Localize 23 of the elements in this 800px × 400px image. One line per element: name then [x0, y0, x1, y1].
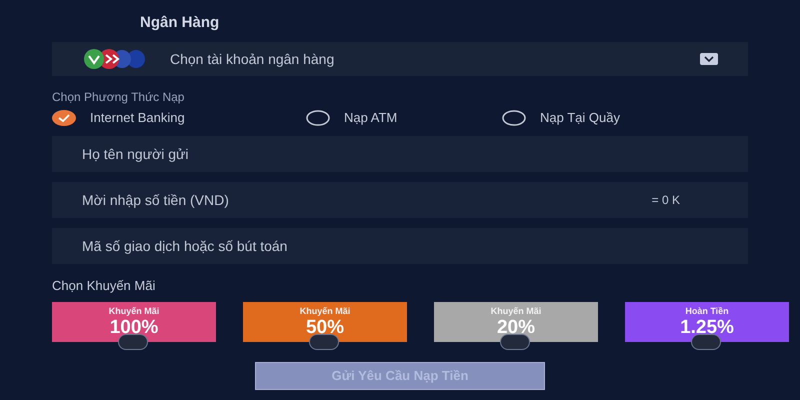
method-label: Chọn Phương Thức Nạp	[52, 89, 184, 106]
method-radio[interactable]: Internet Banking	[52, 107, 306, 129]
dropdown-icon	[700, 53, 718, 65]
method-radio[interactable]: Nạp Tại Quầy	[502, 107, 702, 129]
method-radio[interactable]: Nạp ATM	[306, 107, 502, 129]
promo-card[interactable]: Khuyến Mãi 100%	[52, 302, 216, 342]
input-field[interactable]: Họ tên người gửi	[52, 136, 748, 172]
radio-empty-icon	[306, 110, 330, 126]
radio-empty-icon	[502, 110, 526, 126]
promo-card[interactable]: Khuyến Mãi 50%	[243, 302, 407, 342]
radio-checked-icon	[52, 110, 76, 126]
promo-radio[interactable]	[118, 334, 148, 350]
promo-label: Chọn Khuyến Mãi	[52, 277, 156, 296]
amount-suffix: = 0 K	[652, 193, 680, 207]
promo-radio[interactable]	[309, 334, 339, 350]
section-title: Ngân Hàng	[140, 12, 220, 33]
bank-logos-drawing	[82, 49, 148, 69]
promo-radio[interactable]	[691, 334, 721, 350]
bank-select[interactable]: Chọn tài khoản ngân hàng	[52, 42, 748, 76]
input-field[interactable]: Mã số giao dịch hoặc số bút toán	[52, 228, 748, 264]
promo-radio[interactable]	[500, 334, 530, 350]
bank-select-placeholder: Chọn tài khoản ngân hàng	[170, 50, 334, 69]
promo-card[interactable]: Hoàn Tiền 1.25%	[625, 302, 789, 342]
